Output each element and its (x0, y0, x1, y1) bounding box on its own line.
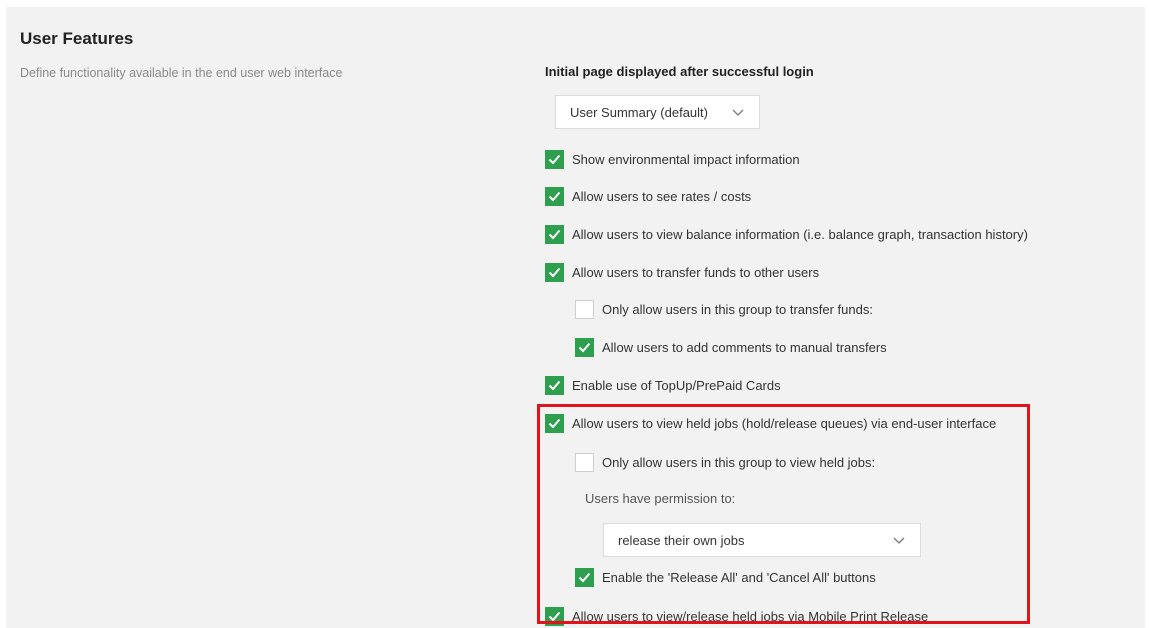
initial-page-value: User Summary (default) (570, 104, 708, 120)
option-label: Show environmental impact information (572, 151, 800, 167)
initial-page-select[interactable]: User Summary (default) (555, 95, 760, 129)
option-label: Allow users to add comments to manual tr… (602, 339, 887, 355)
checkbox-transfer[interactable] (545, 262, 564, 282)
initial-page-label: Initial page displayed after successful … (545, 64, 814, 79)
section-description: Define functionality available in the en… (20, 66, 343, 80)
checkbox-transfer-group-only[interactable] (575, 299, 594, 319)
option-label: Only allow users in this group to view h… (602, 454, 876, 470)
check-icon (548, 154, 561, 164)
check-icon (548, 267, 561, 277)
option-label: Allow users to see rates / costs (572, 188, 752, 204)
checkbox-topup[interactable] (545, 375, 564, 395)
check-icon (548, 611, 561, 621)
chevron-down-icon (732, 109, 744, 116)
option-rates[interactable]: Allow users to see rates / costs (545, 186, 751, 206)
checkbox-env-impact[interactable] (545, 149, 564, 169)
chevron-down-icon (893, 537, 905, 544)
check-icon (548, 191, 561, 201)
permission-label: Users have permission to: (585, 491, 736, 506)
option-transfer-comments[interactable]: Allow users to add comments to manual tr… (575, 337, 887, 357)
option-transfer[interactable]: Allow users to transfer funds to other u… (545, 262, 819, 282)
option-transfer-group-only[interactable]: Only allow users in this group to transf… (575, 299, 873, 319)
option-label: Only allow users in this group to transf… (602, 301, 873, 317)
check-icon (548, 418, 561, 428)
check-icon (548, 380, 561, 390)
option-balance[interactable]: Allow users to view balance information … (545, 224, 1028, 244)
checkbox-release-all[interactable] (575, 567, 594, 587)
permission-value: release their own jobs (618, 532, 745, 548)
permission-select[interactable]: release their own jobs (603, 523, 921, 557)
option-env-impact[interactable]: Show environmental impact information (545, 149, 800, 169)
option-release-all[interactable]: Enable the 'Release All' and 'Cancel All… (575, 567, 876, 587)
option-mobile-release[interactable]: Allow users to view/release held jobs vi… (545, 606, 928, 626)
option-label: Allow users to view balance information … (572, 226, 1028, 242)
check-icon (578, 572, 591, 582)
checkbox-transfer-comments[interactable] (575, 337, 594, 357)
option-label: Enable the 'Release All' and 'Cancel All… (602, 569, 876, 585)
option-held-jobs[interactable]: Allow users to view held jobs (hold/rele… (545, 413, 996, 433)
section-title: User Features (20, 29, 134, 48)
option-label: Enable use of TopUp/PrePaid Cards (572, 377, 781, 393)
option-topup[interactable]: Enable use of TopUp/PrePaid Cards (545, 375, 781, 395)
option-label: Allow users to view held jobs (hold/rele… (572, 415, 997, 431)
checkbox-balance[interactable] (545, 224, 564, 244)
option-held-group-only[interactable]: Only allow users in this group to view h… (575, 452, 875, 472)
checkbox-held-group-only[interactable] (575, 452, 594, 472)
checkbox-rates[interactable] (545, 186, 564, 206)
option-label: Allow users to view/release held jobs vi… (572, 608, 929, 624)
option-label: Allow users to transfer funds to other u… (572, 264, 820, 280)
checkbox-mobile-release[interactable] (545, 606, 564, 626)
check-icon (578, 342, 591, 352)
check-icon (548, 229, 561, 239)
checkbox-held-jobs[interactable] (545, 413, 564, 433)
